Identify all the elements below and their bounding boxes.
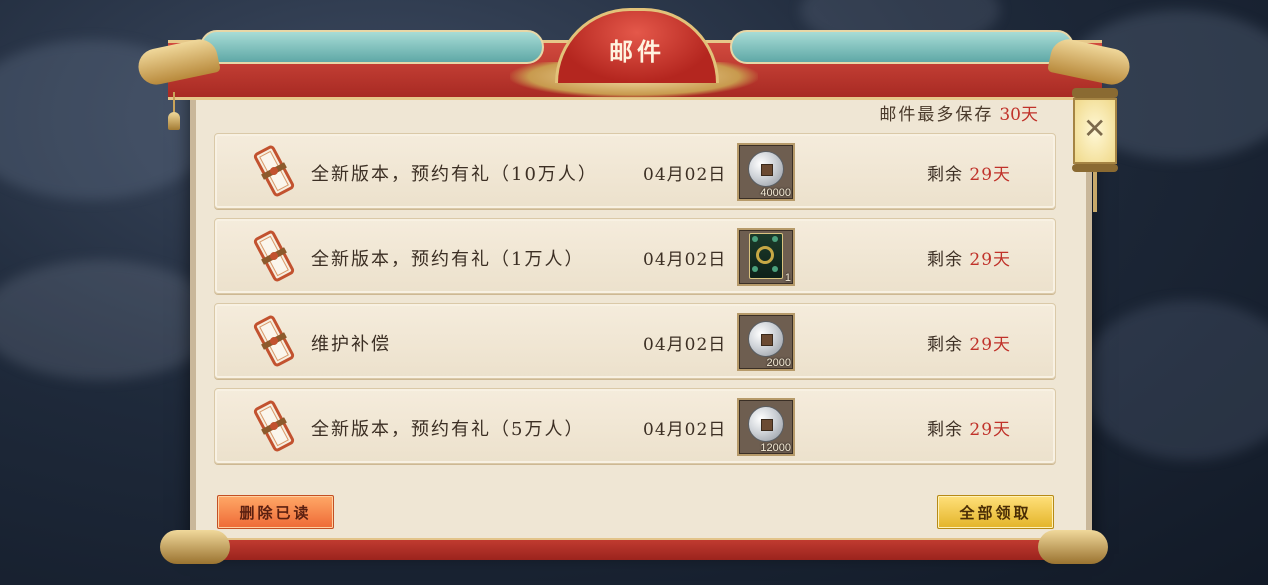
scroll-icon	[253, 315, 295, 367]
mail-title: 维护补偿	[311, 334, 391, 355]
mail-item[interactable]: 全新版本，预约有礼（1万人） 04月02日 1 剩余 29天	[214, 218, 1056, 294]
frame-bottom-bar	[190, 538, 1080, 560]
cloud-ornament-left	[200, 30, 544, 64]
silver-coin-icon	[748, 321, 784, 357]
silver-coin-icon	[748, 406, 784, 442]
remaining-days: 29天	[969, 335, 1012, 355]
remaining-time: 剩余 29天	[927, 415, 1011, 440]
retention-notice: 邮件最多保存 30天	[879, 100, 1038, 125]
close-lantern-button[interactable]: ✕	[1072, 88, 1118, 218]
foot-ornament-left	[160, 530, 230, 564]
reward-count: 1	[784, 272, 791, 284]
retention-label: 邮件最多保存	[879, 105, 994, 125]
remaining-days: 29天	[969, 165, 1012, 185]
reward-slot[interactable]: 12000	[737, 398, 795, 456]
background-cloud	[0, 260, 220, 380]
mail-date: 04月02日	[643, 335, 727, 355]
remaining-time: 剩余 29天	[927, 160, 1011, 185]
reward-count: 40000	[760, 187, 791, 199]
cloud-ornament-right	[730, 30, 1074, 64]
reward-slot[interactable]: 1	[737, 228, 795, 286]
mail-date: 04月02日	[643, 420, 727, 440]
mail-item[interactable]: 全新版本，预约有礼（10万人） 04月02日 40000 剩余 29天	[214, 133, 1056, 209]
bell-icon	[168, 92, 180, 134]
close-x-icon: ✕	[1083, 112, 1107, 145]
foot-ornament-right	[1038, 530, 1108, 564]
remaining-label: 剩余	[927, 335, 963, 355]
mail-title: 全新版本，预约有礼（10万人）	[311, 164, 598, 185]
lantern-tassel	[1093, 172, 1097, 212]
mail-list: 全新版本，预约有礼（10万人） 04月02日 40000 剩余 29天 全新版本…	[214, 133, 1056, 473]
reward-slot[interactable]: 2000	[737, 313, 795, 371]
reward-count: 2000	[766, 357, 791, 369]
window-title: 邮件	[609, 36, 665, 66]
background-cloud	[1080, 300, 1268, 460]
claim-all-button[interactable]: 全部领取	[937, 495, 1054, 529]
card-item-icon	[749, 233, 783, 279]
mail-item[interactable]: 维护补偿 04月02日 2000 剩余 29天	[214, 303, 1056, 379]
remaining-days: 29天	[969, 250, 1012, 270]
title-emblem: 邮件	[555, 8, 719, 83]
mail-date: 04月02日	[643, 250, 727, 270]
reward-count: 12000	[760, 442, 791, 454]
mail-item[interactable]: 全新版本，预约有礼（5万人） 04月02日 12000 剩余 29天	[214, 388, 1056, 464]
delete-read-button[interactable]: 删除已读	[217, 495, 334, 529]
reward-slot[interactable]: 40000	[737, 143, 795, 201]
mail-title: 全新版本，预约有礼（1万人）	[311, 249, 585, 270]
scroll-icon	[253, 145, 295, 197]
mail-date: 04月02日	[643, 165, 727, 185]
remaining-time: 剩余 29天	[927, 330, 1011, 355]
retention-days: 30天	[999, 105, 1038, 125]
remaining-time: 剩余 29天	[927, 245, 1011, 270]
remaining-days: 29天	[969, 420, 1012, 440]
silver-coin-icon	[748, 151, 784, 187]
mail-title: 全新版本，预约有礼（5万人）	[311, 419, 585, 440]
remaining-label: 剩余	[927, 420, 963, 440]
scroll-icon	[253, 230, 295, 282]
remaining-label: 剩余	[927, 250, 963, 270]
scroll-icon	[253, 400, 295, 452]
remaining-label: 剩余	[927, 165, 963, 185]
